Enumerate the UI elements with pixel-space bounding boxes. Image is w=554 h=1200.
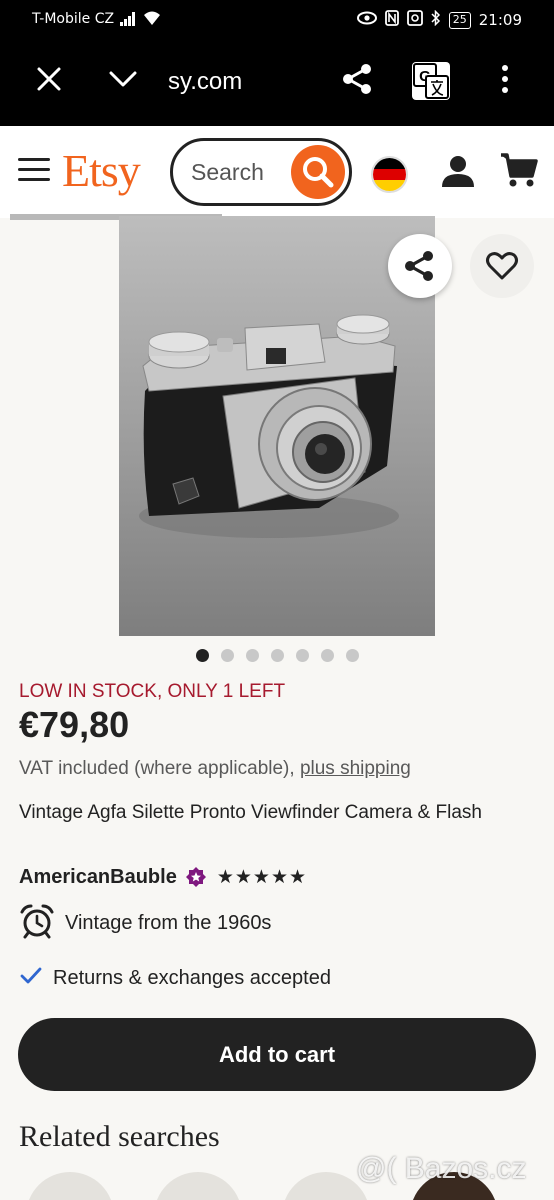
checkmark-icon — [19, 964, 43, 992]
carousel-dot[interactable] — [296, 649, 309, 662]
carousel-dot[interactable] — [246, 649, 259, 662]
image-carousel-dots — [196, 649, 359, 662]
battery-icon: 25 — [448, 11, 471, 29]
browser-toolbar: sy.com G — [0, 40, 554, 126]
feature-text: Returns & exchanges accepted — [53, 966, 331, 989]
clock: 21:09 — [478, 11, 522, 29]
carrier-label: T-Mobile CZ — [32, 11, 115, 27]
vat-text: VAT included (where applicable), — [19, 758, 300, 779]
alarm-clock-icon — [19, 903, 55, 943]
feature-vintage: Vintage from the 1960s — [19, 903, 272, 943]
germany-flag-icon[interactable] — [371, 156, 408, 193]
heart-icon — [486, 252, 518, 280]
shipping-link[interactable]: plus shipping — [300, 758, 411, 779]
chevron-down-icon[interactable] — [108, 66, 138, 92]
favorite-button[interactable] — [470, 234, 534, 298]
carousel-dot[interactable] — [196, 649, 209, 662]
search-input[interactable]: Search — [170, 138, 352, 206]
user-icon[interactable] — [440, 154, 476, 188]
etsy-logo[interactable]: Etsy — [62, 144, 141, 197]
add-to-cart-button[interactable]: Add to cart — [18, 1018, 536, 1091]
shop-info: AmericanBauble ★★★★★ — [19, 864, 307, 890]
vat-note: VAT included (where applicable), plus sh… — [19, 758, 411, 780]
etsy-header: Etsy Search — [0, 126, 554, 218]
stock-notice: LOW IN STOCK, ONLY 1 LEFT — [19, 681, 286, 702]
carousel-dot[interactable] — [271, 649, 284, 662]
related-searches-heading: Related searches — [19, 1120, 220, 1153]
status-icons: 25 21:09 — [356, 9, 522, 30]
star-seller-badge-icon — [185, 866, 207, 888]
status-bar: T-Mobile CZ 25 21:09 — [0, 0, 554, 40]
related-search-item[interactable] — [154, 1172, 242, 1200]
carousel-dot[interactable] — [346, 649, 359, 662]
share-icon — [405, 251, 433, 281]
search-button[interactable] — [291, 145, 345, 199]
bluetooth-icon — [431, 9, 441, 30]
carousel-dot[interactable] — [221, 649, 234, 662]
search-placeholder: Search — [191, 159, 264, 185]
share-icon[interactable] — [340, 62, 374, 96]
nfc-icon — [384, 10, 399, 30]
more-options-icon[interactable] — [500, 65, 510, 99]
alarm-status-icon — [406, 10, 423, 30]
share-button[interactable] — [388, 234, 452, 298]
carousel-dot[interactable] — [321, 649, 334, 662]
translate-icon[interactable]: G — [412, 62, 450, 100]
menu-icon[interactable] — [18, 158, 50, 182]
price: €79,80 — [19, 704, 130, 745]
rating-stars: ★★★★★ — [216, 866, 308, 888]
close-icon[interactable] — [34, 64, 64, 94]
watermark: @( Bazos.cz — [356, 1152, 527, 1185]
signal-icon — [120, 12, 138, 26]
shop-name-link[interactable]: AmericanBauble — [19, 866, 177, 889]
product-title: Vintage Agfa Silette Pronto Viewfinder C… — [19, 802, 482, 823]
related-search-item[interactable] — [26, 1172, 114, 1200]
search-icon — [303, 157, 334, 188]
eye-icon — [356, 11, 377, 29]
feature-returns: Returns & exchanges accepted — [19, 960, 331, 996]
url-bar[interactable]: sy.com — [168, 68, 242, 96]
cart-icon[interactable] — [500, 152, 538, 188]
wifi-icon — [142, 10, 162, 30]
feature-text: Vintage from the 1960s — [65, 911, 272, 934]
